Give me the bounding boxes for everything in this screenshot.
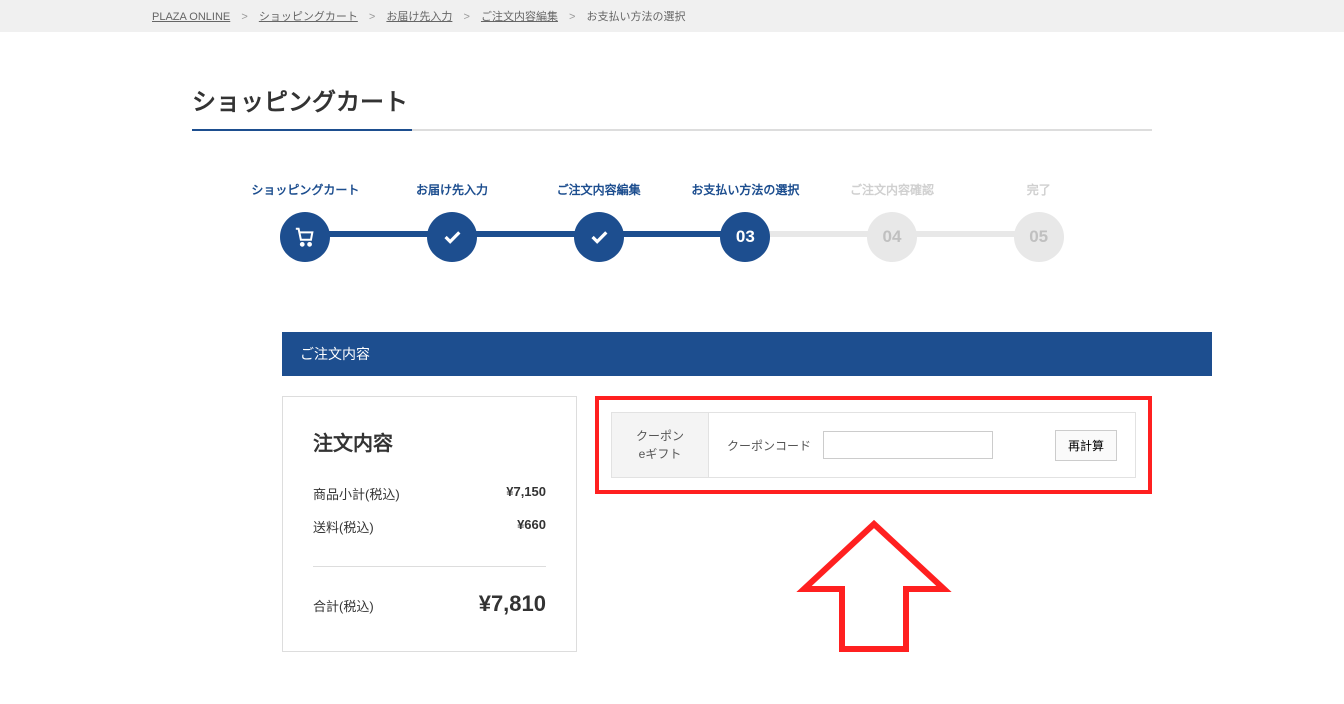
chevron-right-icon: > <box>569 11 575 23</box>
step-label: ショッピングカート <box>232 181 379 198</box>
order-shipping-row: 送料(税込) ¥660 <box>313 517 546 536</box>
breadcrumb-link[interactable]: ご注文内容編集 <box>481 11 558 23</box>
step-label: 完了 <box>965 181 1112 198</box>
breadcrumb-bar: PLAZA ONLINE > ショッピングカート > お届け先入力 > ご注文内… <box>0 0 1344 32</box>
progress-step-complete: 完了 05 <box>965 181 1112 262</box>
step-label: お届け先入力 <box>379 181 526 198</box>
coupon-box: クーポン eギフト クーポンコード 再計算 <box>611 412 1136 478</box>
chevron-right-icon: > <box>463 11 469 23</box>
subtotal-value: ¥7,150 <box>506 484 546 503</box>
order-total-row: 合計(税込) ¥7,810 <box>313 591 546 617</box>
page-title: ショッピングカート <box>192 82 1152 131</box>
subtotal-label: 商品小計(税込) <box>313 484 400 503</box>
check-icon <box>441 226 463 248</box>
total-label: 合計(税込) <box>313 596 374 615</box>
progress-step-payment: お支払い方法の選択 03 <box>672 181 819 262</box>
coupon-code-input[interactable] <box>823 431 993 459</box>
cart-icon <box>294 226 316 248</box>
step-number: 04 <box>867 212 917 262</box>
breadcrumb-current: お支払い方法の選択 <box>587 11 686 23</box>
order-summary-panel: 注文内容 商品小計(税込) ¥7,150 送料(税込) ¥660 合計(税込) … <box>282 396 577 652</box>
step-circle <box>574 212 624 262</box>
annotation-highlight-box: クーポン eギフト クーポンコード 再計算 <box>595 396 1152 494</box>
order-summary-title: 注文内容 <box>313 427 546 456</box>
progress-step-edit: ご注文内容編集 <box>525 181 672 262</box>
step-circle <box>280 212 330 262</box>
chevron-right-icon: > <box>369 11 375 23</box>
coupon-tab-line1: クーポン <box>636 427 684 445</box>
annotation-arrow-icon <box>784 514 964 664</box>
coupon-tab-line2: eギフト <box>636 445 684 463</box>
coupon-code-label: クーポンコード <box>727 437 811 454</box>
shipping-value: ¥660 <box>517 517 546 536</box>
check-icon <box>588 226 610 248</box>
coupon-area: クーポン eギフト クーポンコード 再計算 <box>595 396 1152 664</box>
chevron-right-icon: > <box>241 11 247 23</box>
divider <box>313 566 546 567</box>
order-section-header: ご注文内容 <box>282 332 1212 376</box>
breadcrumb-link[interactable]: ショッピングカート <box>259 11 358 23</box>
progress-step-confirm: ご注文内容確認 04 <box>819 181 966 262</box>
step-number: 03 <box>720 212 770 262</box>
step-label: お支払い方法の選択 <box>672 181 819 198</box>
order-subtotal-row: 商品小計(税込) ¥7,150 <box>313 484 546 503</box>
coupon-body: クーポンコード 再計算 <box>709 413 1135 477</box>
progress-step-cart: ショッピングカート <box>232 181 379 262</box>
step-label: ご注文内容確認 <box>819 181 966 198</box>
step-label: ご注文内容編集 <box>525 181 672 198</box>
checkout-progress: ショッピングカート お届け先入力 ご注文内容編集 お支払い方法の選択 0 <box>232 181 1112 262</box>
total-value: ¥7,810 <box>479 591 546 617</box>
shipping-label: 送料(税込) <box>313 517 374 536</box>
step-number: 05 <box>1014 212 1064 262</box>
coupon-tab[interactable]: クーポン eギフト <box>612 413 709 477</box>
recalculate-button[interactable]: 再計算 <box>1055 430 1117 461</box>
breadcrumb-link[interactable]: PLAZA ONLINE <box>152 11 230 23</box>
breadcrumb-link[interactable]: お届け先入力 <box>386 11 452 23</box>
step-circle <box>427 212 477 262</box>
breadcrumb: PLAZA ONLINE > ショッピングカート > お届け先入力 > ご注文内… <box>72 8 1272 24</box>
progress-step-address: お届け先入力 <box>379 181 526 262</box>
